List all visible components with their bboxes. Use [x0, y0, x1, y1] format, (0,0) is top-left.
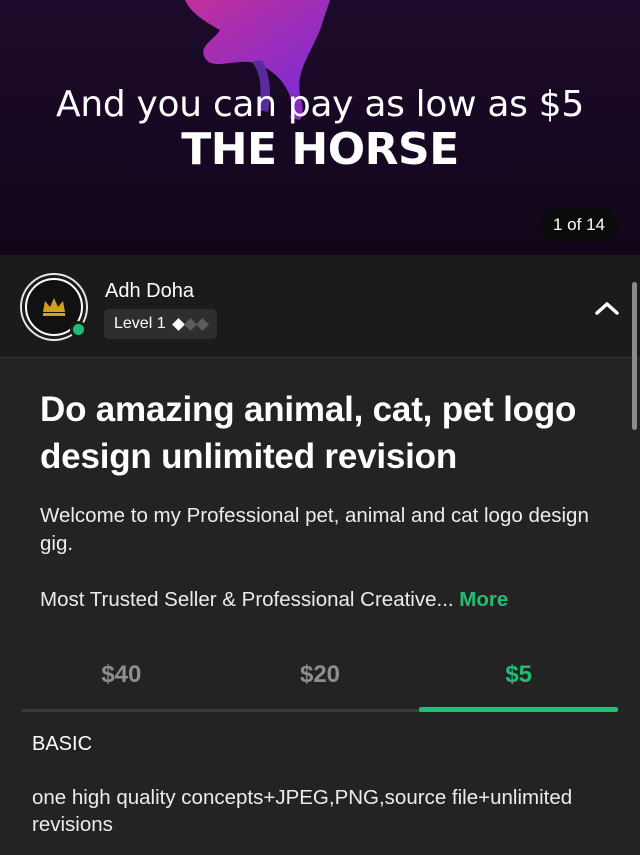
- package-tabs: $40 $20 $5: [22, 640, 618, 712]
- seller-name[interactable]: Adh Doha: [105, 280, 194, 303]
- more-link[interactable]: More: [459, 588, 508, 611]
- online-status-indicator: [70, 321, 87, 338]
- scrollbar[interactable]: [632, 282, 637, 430]
- gig-description-more: Most Trusted Seller & Professional Creat…: [40, 586, 620, 614]
- gig-title: Do amazing animal, cat, pet logo design …: [40, 390, 577, 476]
- level-diamonds-icon: [171, 317, 209, 331]
- seller-level-label: Level 1: [114, 315, 166, 332]
- gallery-subheadline: THE HORSE: [181, 124, 459, 175]
- package-name: BASIC: [32, 733, 93, 755]
- gig-description-excerpt: Most Trusted Seller & Professional Creat…: [40, 588, 454, 611]
- tab-package-5[interactable]: $5: [419, 640, 618, 712]
- gallery-counter: 1 of 14: [540, 208, 618, 242]
- tab-package-40[interactable]: $40: [22, 640, 221, 709]
- gig-description: Welcome to my Professional pet, animal a…: [40, 504, 589, 555]
- gig-gallery[interactable]: And you can pay as low as $5 THE HORSE 1…: [0, 0, 640, 255]
- gallery-headline: And you can pay as low as $5: [56, 84, 584, 125]
- chevron-up-icon[interactable]: [592, 293, 622, 323]
- seller-card[interactable]: Level 1: [0, 255, 640, 358]
- package-description: one high quality concepts+JPEG,PNG,sourc…: [32, 786, 573, 836]
- seller-level-badge: Level 1: [104, 309, 217, 339]
- tab-package-20[interactable]: $20: [221, 640, 420, 709]
